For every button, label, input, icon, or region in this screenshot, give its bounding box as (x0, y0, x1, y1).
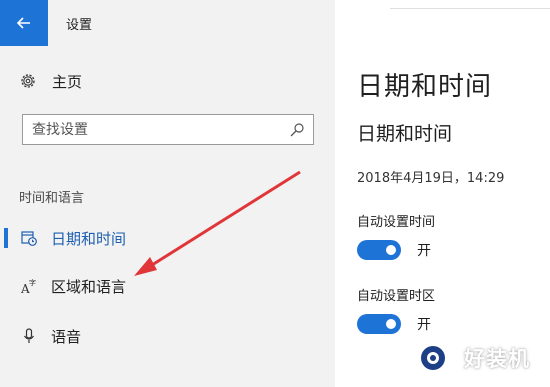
sidebar-item-region-language[interactable]: A 字 区域和语言 (0, 272, 335, 300)
language-icon: A 字 (19, 276, 39, 296)
toggle-knob (386, 319, 396, 329)
section-title: 日期和时间 (357, 123, 453, 145)
home-nav-item[interactable]: 主页 (18, 70, 82, 92)
window-title: 设置 (66, 18, 93, 33)
auto-time-label: 自动设置时间 (357, 215, 436, 230)
sidebar-item-speech[interactable]: 语音 (0, 322, 335, 350)
search-icon[interactable] (289, 122, 305, 138)
settings-content: 日期和时间 日期和时间 2018年4月19日，14:29 自动设置时间 开 自动… (335, 0, 550, 387)
watermark-text: 好装机 (464, 347, 530, 371)
sidebar-item-label: 区域和语言 (51, 277, 127, 296)
sidebar-item-label: 日期和时间 (51, 229, 127, 248)
title-bar: 设置 (0, 0, 335, 46)
watermark-logo (406, 336, 450, 376)
calendar-clock-icon (19, 228, 39, 248)
toggle-knob (386, 245, 396, 255)
sidebar-item-label: 语音 (51, 327, 82, 346)
back-button[interactable] (0, 0, 48, 46)
search-input[interactable] (32, 120, 282, 140)
top-edge (390, 0, 550, 9)
gear-icon (18, 71, 38, 91)
page-title: 日期和时间 (357, 72, 493, 102)
sidebar-item-date-time[interactable]: 日期和时间 (0, 224, 335, 252)
home-label: 主页 (52, 72, 83, 91)
search-box[interactable] (22, 114, 314, 145)
auto-time-state: 开 (417, 243, 431, 259)
auto-timezone-toggle[interactable] (357, 314, 401, 334)
active-indicator (4, 228, 8, 248)
settings-sidebar: 设置 主页 时间和语言 日期和时间 (0, 0, 335, 387)
back-arrow-icon (16, 17, 30, 29)
auto-time-toggle[interactable] (357, 240, 401, 260)
auto-timezone-label: 自动设置时区 (357, 289, 436, 304)
section-heading: 时间和语言 (19, 191, 85, 206)
current-datetime: 2018年4月19日，14:29 (357, 171, 505, 186)
microphone-icon (19, 326, 39, 346)
svg-text:字: 字 (29, 278, 36, 287)
